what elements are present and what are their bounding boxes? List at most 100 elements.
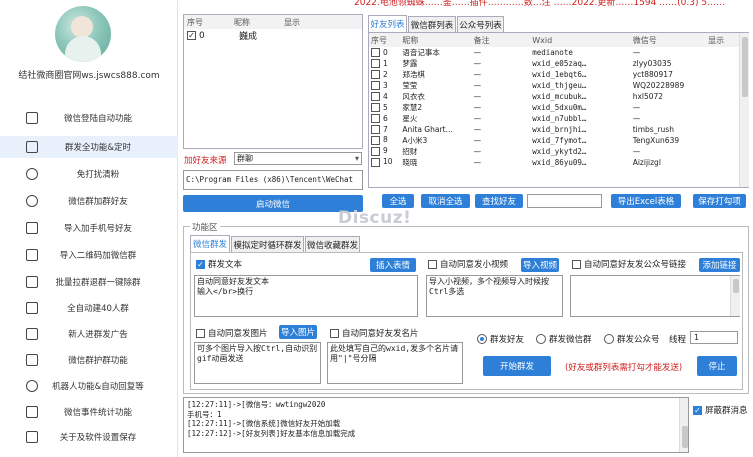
sidebar-item-10[interactable]: 机器人功能&自动回复等 [0,375,178,397]
radio-public-input[interactable] [604,334,614,344]
avatar [55,6,111,62]
table-row[interactable]: 2 郑浩棋 — wxid_1ebqt6… yct880917 [369,69,748,80]
row-index: 6 [383,113,388,123]
shield-check[interactable]: 屏蔽群消息 [693,404,748,416]
image-field[interactable]: 可多个图片导入按Ctrl,自动识别 gif动画发送 [194,342,321,384]
sidebar-item-2[interactable]: 免打扰清粉 [0,163,178,185]
table-cell: hxl5072 [632,92,664,101]
card-field[interactable]: 此处填写自己的wxid,发多个名片请 用"|"号分隔 [327,342,463,384]
tab-friend-list[interactable]: 好友列表 [368,15,407,32]
sidebar-item-7[interactable]: 全自动建40人群 [0,297,178,319]
row-checkbox[interactable] [371,92,380,102]
public-checkbox[interactable] [572,259,581,269]
select-all-button[interactable]: 全选 [382,194,414,208]
start-wechat-button[interactable]: 启动微信 [183,195,363,212]
sidebar-item-0[interactable]: 微信登陆自动功能 [0,107,178,129]
save-checked-button[interactable]: 保存打勾项 [693,194,746,208]
link-list[interactable] [570,275,740,317]
card-check[interactable]: 自动同意好友发名片 [330,327,419,339]
shield-checkbox[interactable] [693,405,702,415]
row-checkbox[interactable] [371,70,380,80]
table-cell: — [632,114,641,123]
source-select[interactable]: 群聊 ▾ [234,152,362,165]
table-row[interactable]: 9 招财 — wxid_ykytd2… — [369,146,748,157]
table-row[interactable]: 7 Anita Ghart… — wxid_brnjhi… timbs_rush [369,124,748,135]
sidebar-item-8[interactable]: 新人进群发广告 [0,323,178,345]
row-checkbox[interactable] [371,125,380,134]
import-video-button[interactable]: 导入视频 [521,258,559,272]
col-header[interactable]: 序号 [369,33,400,47]
sidebar-item-1[interactable]: 群发全功能&定时 [0,136,178,158]
row-checkbox[interactable] [371,114,380,124]
radio-groups-input[interactable] [536,334,546,344]
radio-groups[interactable]: 群发微信群 [536,333,592,345]
col-header[interactable]: 微信号 [631,33,706,47]
add-link-button[interactable]: 添加链接 [699,258,740,272]
row-checkbox[interactable] [371,103,380,113]
row-checkbox[interactable] [371,81,380,91]
radio-friends[interactable]: 群发好友 [477,333,524,345]
deselect-all-button[interactable]: 取消全选 [421,194,470,208]
thread-input[interactable]: 1 [690,331,738,344]
account-row[interactable]: 0 巍成 [184,29,362,42]
table-cell: Aizijizgl [632,157,661,167]
table-row[interactable]: 3 莹莹 — wxid_thjgeu… WQ20228989 [369,80,748,91]
card-checkbox[interactable] [330,328,339,338]
video-check[interactable]: 自动同意发小视频 [428,258,508,270]
insert-emoji-button[interactable]: 插入表情 [370,258,416,272]
log-line: [12:27:11]->[微信系统]微信好友开始加载 [187,419,341,428]
table-row[interactable]: 6 星火 — wxid_n7ubbl… — [369,113,748,124]
table-row[interactable]: 4 风衣衣 — wxid_mcubuk… hxl5072 [369,91,748,102]
sidebar-item-12[interactable]: 关于及软件设置保存 [0,426,178,448]
tab-favorites-mass[interactable]: 微信收藏群发 [305,236,360,252]
table-cell: 家慧2 [402,103,423,112]
sidebar-item-label: 微信群护群功能 [68,356,128,366]
search-input[interactable] [527,194,602,208]
public-check[interactable]: 自动同意好友发公众号链接 [572,258,686,270]
stop-button[interactable]: 停止 [697,356,737,376]
tab-public-list[interactable]: 公众号列表 [457,16,504,32]
sidebar-item-9[interactable]: 微信群护群功能 [0,349,178,371]
start-mass-button[interactable]: 开始群发 [483,356,551,376]
sidebar-item-3[interactable]: 微信群加群好友 [0,190,178,212]
col-header[interactable]: 备注 [472,33,531,47]
sidebar-item-5[interactable]: 导入二维码加微信群 [0,244,178,266]
table-row[interactable]: 10 晓晓 — wxid_86yu09… Aizijizgl [369,157,748,168]
wechat-path-field[interactable]: C:\Program Files (x86)\Tencent\WeChat [183,170,363,190]
tab-wechat-mass[interactable]: 微信群发 [190,235,230,252]
export-excel-button[interactable]: 导出Excel表格 [611,194,681,208]
row-index: 2 [383,69,388,79]
text-checkbox[interactable] [196,259,205,269]
image-check[interactable]: 自动同意发图片 [196,327,268,339]
log-box[interactable]: [12:27:11]->[微信号：wwtingw2020 手机号：1 [12:2… [183,397,689,453]
table-row[interactable]: 5 家慧2 — wxid_5dxu0m… — [369,102,748,113]
image-checkbox[interactable] [196,328,205,338]
sidebar-item-11[interactable]: 微信事件统计功能 [0,401,178,423]
text-check[interactable]: 群发文本 [196,258,242,270]
row-checkbox[interactable] [371,59,380,69]
table-row[interactable]: 8 A小米3 — wxid_7fymot… TengXun639 [369,135,748,146]
radio-public[interactable]: 群发公众号 [604,333,660,345]
row-checkbox[interactable] [371,146,380,156]
col-header[interactable]: Wxid [530,33,631,47]
table-row[interactable]: 0 语音记事本 — medianote — [369,47,748,58]
video-checkbox[interactable] [428,259,437,269]
video-field[interactable]: 导入小视频，多个视频导入时候按 Ctrl多选 [426,275,563,317]
row-checkbox[interactable] [371,157,380,167]
find-friend-button[interactable]: 查找好友 [475,194,523,208]
table-cell: TengXun639 [632,135,680,145]
col-header[interactable]: 昵称 [400,33,471,47]
sidebar-item-6[interactable]: 批量拉群退群一键除群 [0,271,178,293]
table-cell: 郑浩棋 [402,70,425,79]
scrollbar[interactable] [739,33,749,187]
tab-timed-loop[interactable]: 模拟定时循环群发 [231,236,304,252]
tab-group-list[interactable]: 微信群列表 [408,16,456,32]
import-image-button[interactable]: 导入图片 [279,325,317,339]
row-checkbox[interactable] [371,48,380,58]
row-checkbox[interactable] [371,135,380,145]
sidebar-item-4[interactable]: 导入加手机号好友 [0,217,178,239]
radio-friends-input[interactable] [477,334,487,344]
account-checkbox[interactable] [187,31,196,40]
text-content-field[interactable]: 自动同意好友发文本 输入</br>换行 [194,275,418,317]
table-row[interactable]: 1 梦露 — wxid_e05zaq… zlyy03035 [369,58,748,69]
